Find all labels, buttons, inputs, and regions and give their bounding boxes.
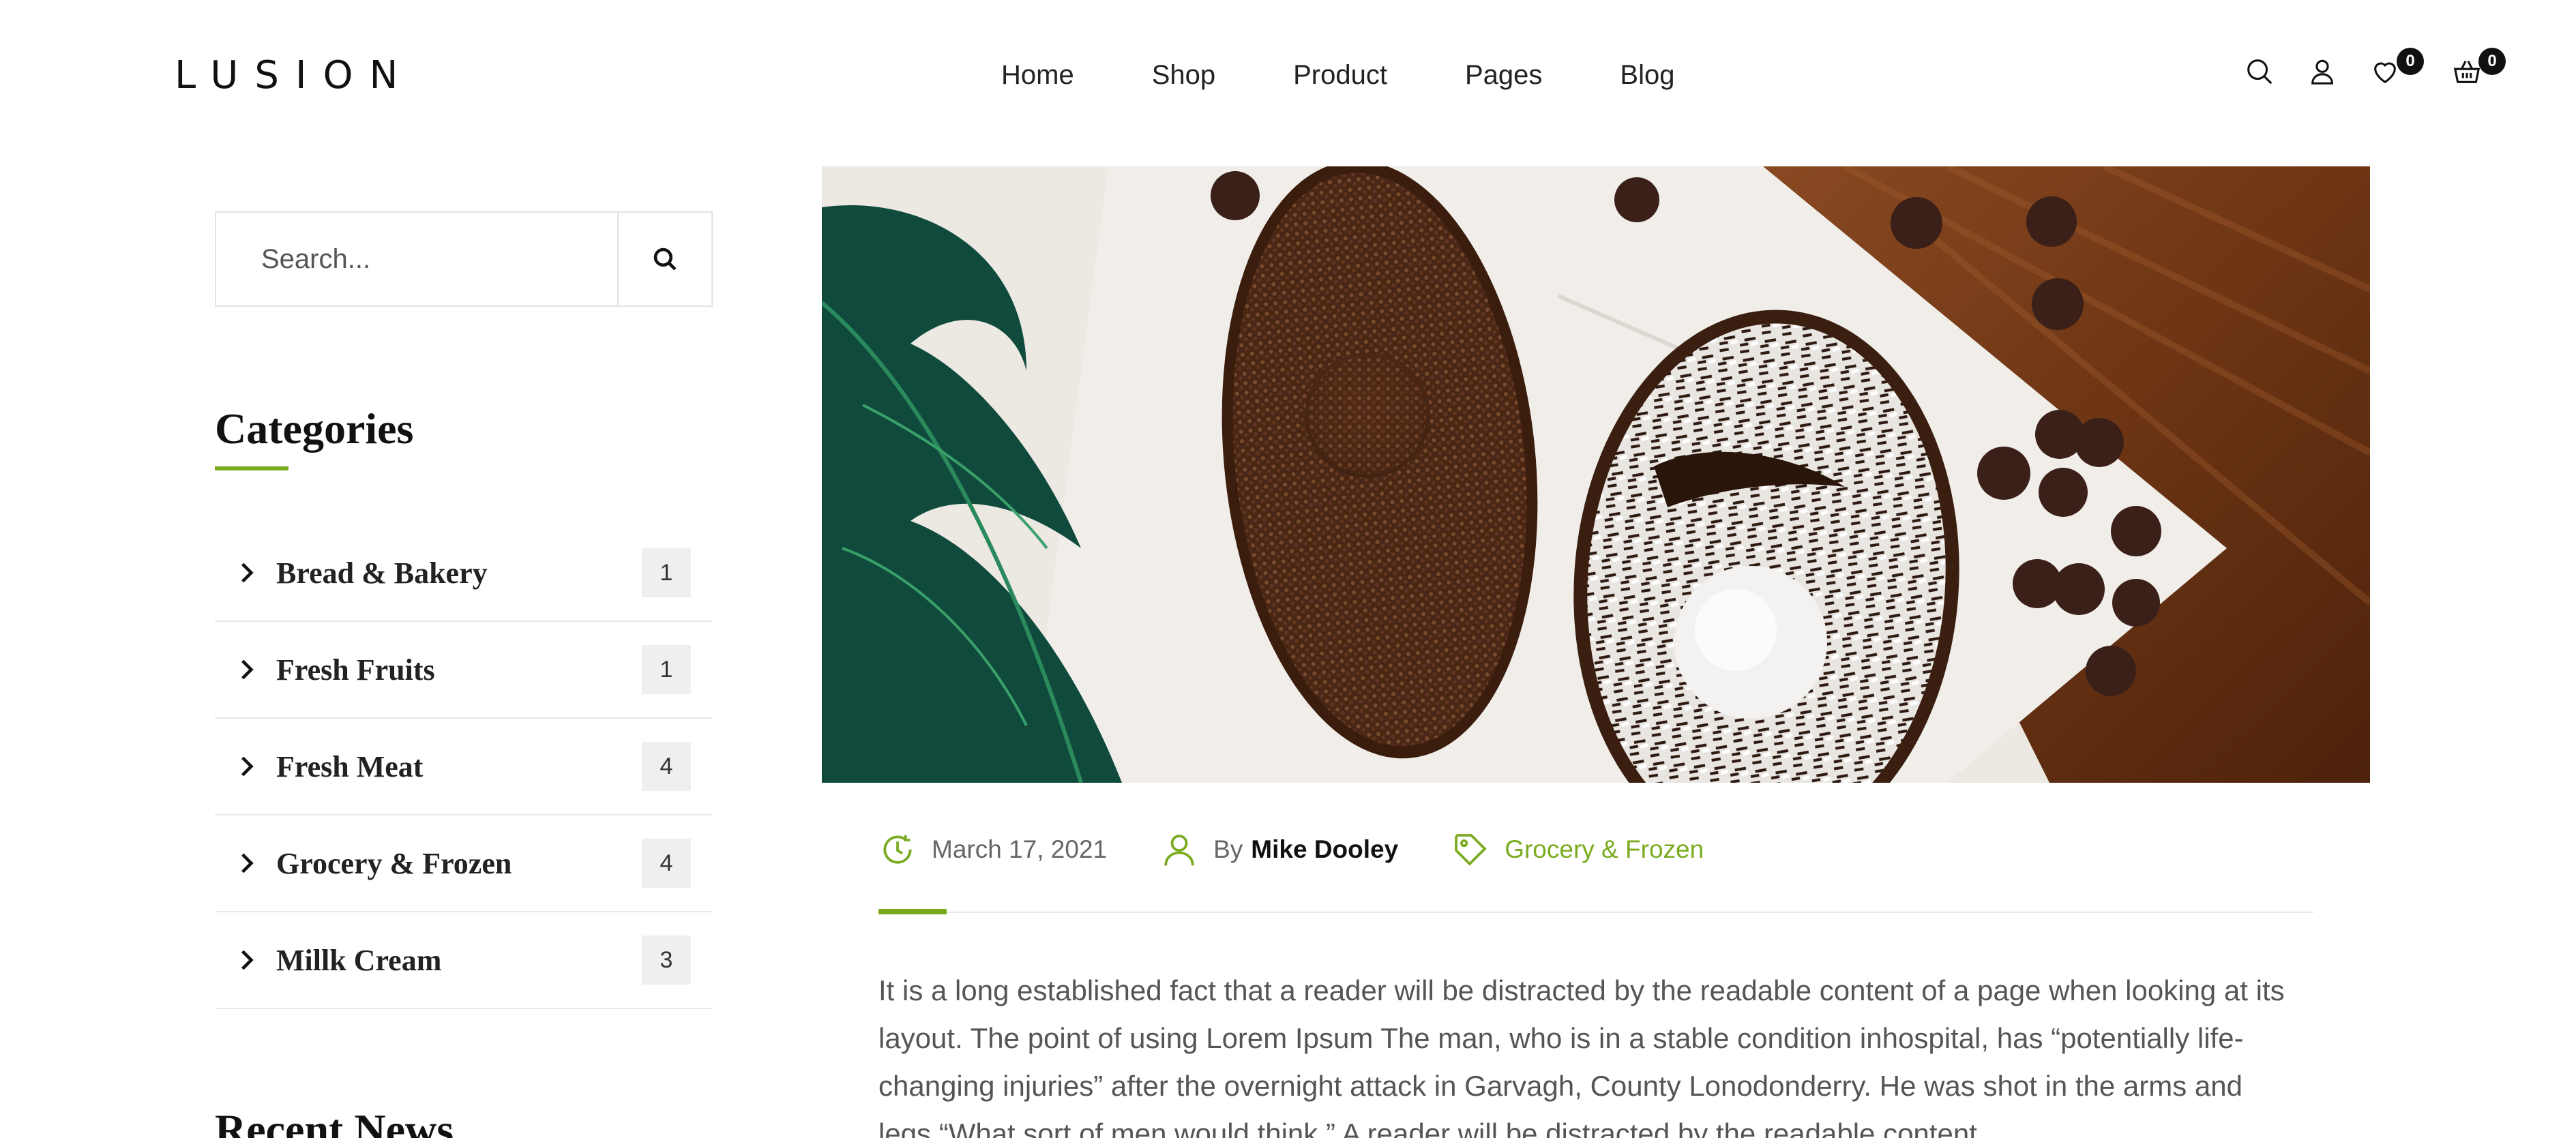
chevron-right-icon bbox=[239, 561, 257, 584]
chevron-right-icon bbox=[239, 852, 257, 875]
user-icon bbox=[2311, 59, 2333, 85]
category-name: Fresh Fruits bbox=[276, 653, 435, 687]
wishlist-button[interactable]: 0 bbox=[2369, 48, 2424, 93]
meta-divider bbox=[878, 912, 2313, 913]
post-category-link[interactable]: Grocery & Frozen bbox=[1505, 835, 1704, 864]
post-category: Grocery & Frozen bbox=[1451, 830, 1704, 869]
sidebar-search-input[interactable] bbox=[216, 213, 617, 305]
meta-divider-accent bbox=[878, 909, 947, 914]
category-count: 1 bbox=[642, 645, 691, 694]
header-actions: 0 0 bbox=[2244, 48, 2514, 93]
wishlist-count-badge: 0 bbox=[2397, 48, 2424, 75]
chevron-right-icon bbox=[239, 658, 257, 681]
category-item-fresh-fruits[interactable]: Fresh Fruits 1 bbox=[215, 622, 713, 719]
blog-sidebar: Categories Bread & Bakery 1 Fresh Fruits… bbox=[215, 211, 713, 1138]
category-count: 4 bbox=[642, 839, 691, 888]
category-name: Millk Cream bbox=[276, 943, 442, 977]
category-name: Grocery & Frozen bbox=[276, 846, 512, 880]
search-icon bbox=[653, 248, 677, 271]
category-item-bread-bakery[interactable]: Bread & Bakery 1 bbox=[215, 525, 713, 622]
post-date-text: March 17, 2021 bbox=[932, 835, 1108, 863]
chevron-right-icon bbox=[239, 755, 257, 778]
heading-underline bbox=[215, 466, 288, 470]
recent-news-heading: Recent News bbox=[215, 1105, 454, 1138]
category-item-fresh-meat[interactable]: Fresh Meat 4 bbox=[215, 719, 713, 815]
post-featured-image bbox=[822, 166, 2370, 783]
main-nav: Home Shop Product Pages Blog bbox=[1001, 60, 1674, 91]
cart-button[interactable]: 0 bbox=[2451, 48, 2506, 93]
nav-product[interactable]: Product bbox=[1293, 60, 1387, 91]
tag-icon bbox=[1455, 834, 1487, 866]
category-count: 1 bbox=[642, 548, 691, 597]
category-count: 4 bbox=[642, 742, 691, 791]
post-author: By Mike Dooley bbox=[1160, 830, 1398, 869]
category-name: Bread & Bakery bbox=[276, 556, 488, 590]
site-logo[interactable]: LUSION bbox=[175, 53, 414, 98]
post-body: It is a long established fact that a rea… bbox=[878, 974, 2285, 1138]
post-meta: March 17, 2021 By Mike Dooley Grocery & … bbox=[878, 830, 1757, 869]
nav-shop[interactable]: Shop bbox=[1152, 60, 1215, 91]
sidebar-search-button[interactable] bbox=[617, 213, 711, 305]
header-search-button[interactable] bbox=[2244, 56, 2281, 93]
category-item-grocery-frozen[interactable]: Grocery & Frozen 4 bbox=[215, 815, 713, 912]
clock-icon bbox=[883, 835, 912, 864]
author-name[interactable]: Mike Dooley bbox=[1251, 835, 1398, 864]
author-by-label: By bbox=[1213, 835, 1243, 863]
category-list: Bread & Bakery 1 Fresh Fruits 1 Fresh Me… bbox=[215, 525, 713, 1009]
chocolate-eggs-photo bbox=[822, 166, 2370, 783]
category-name: Fresh Meat bbox=[276, 749, 424, 783]
category-item-milk-cream[interactable]: Millk Cream 3 bbox=[215, 912, 713, 1009]
category-count: 3 bbox=[642, 935, 691, 985]
chevron-right-icon bbox=[239, 948, 257, 972]
categories-heading: Categories bbox=[215, 404, 414, 453]
search-icon bbox=[2247, 59, 2272, 85]
cart-count-badge: 0 bbox=[2478, 48, 2506, 75]
nav-pages[interactable]: Pages bbox=[1465, 60, 1542, 91]
site-header: LUSION Home Shop Product Pages Blog 0 0 bbox=[0, 0, 2576, 157]
sidebar-search bbox=[215, 211, 713, 307]
post-date: March 17, 2021 bbox=[878, 830, 1107, 869]
account-button[interactable] bbox=[2307, 56, 2343, 93]
nav-blog[interactable]: Blog bbox=[1620, 60, 1674, 91]
user-icon bbox=[1164, 835, 1194, 866]
nav-home[interactable]: Home bbox=[1001, 60, 1074, 91]
